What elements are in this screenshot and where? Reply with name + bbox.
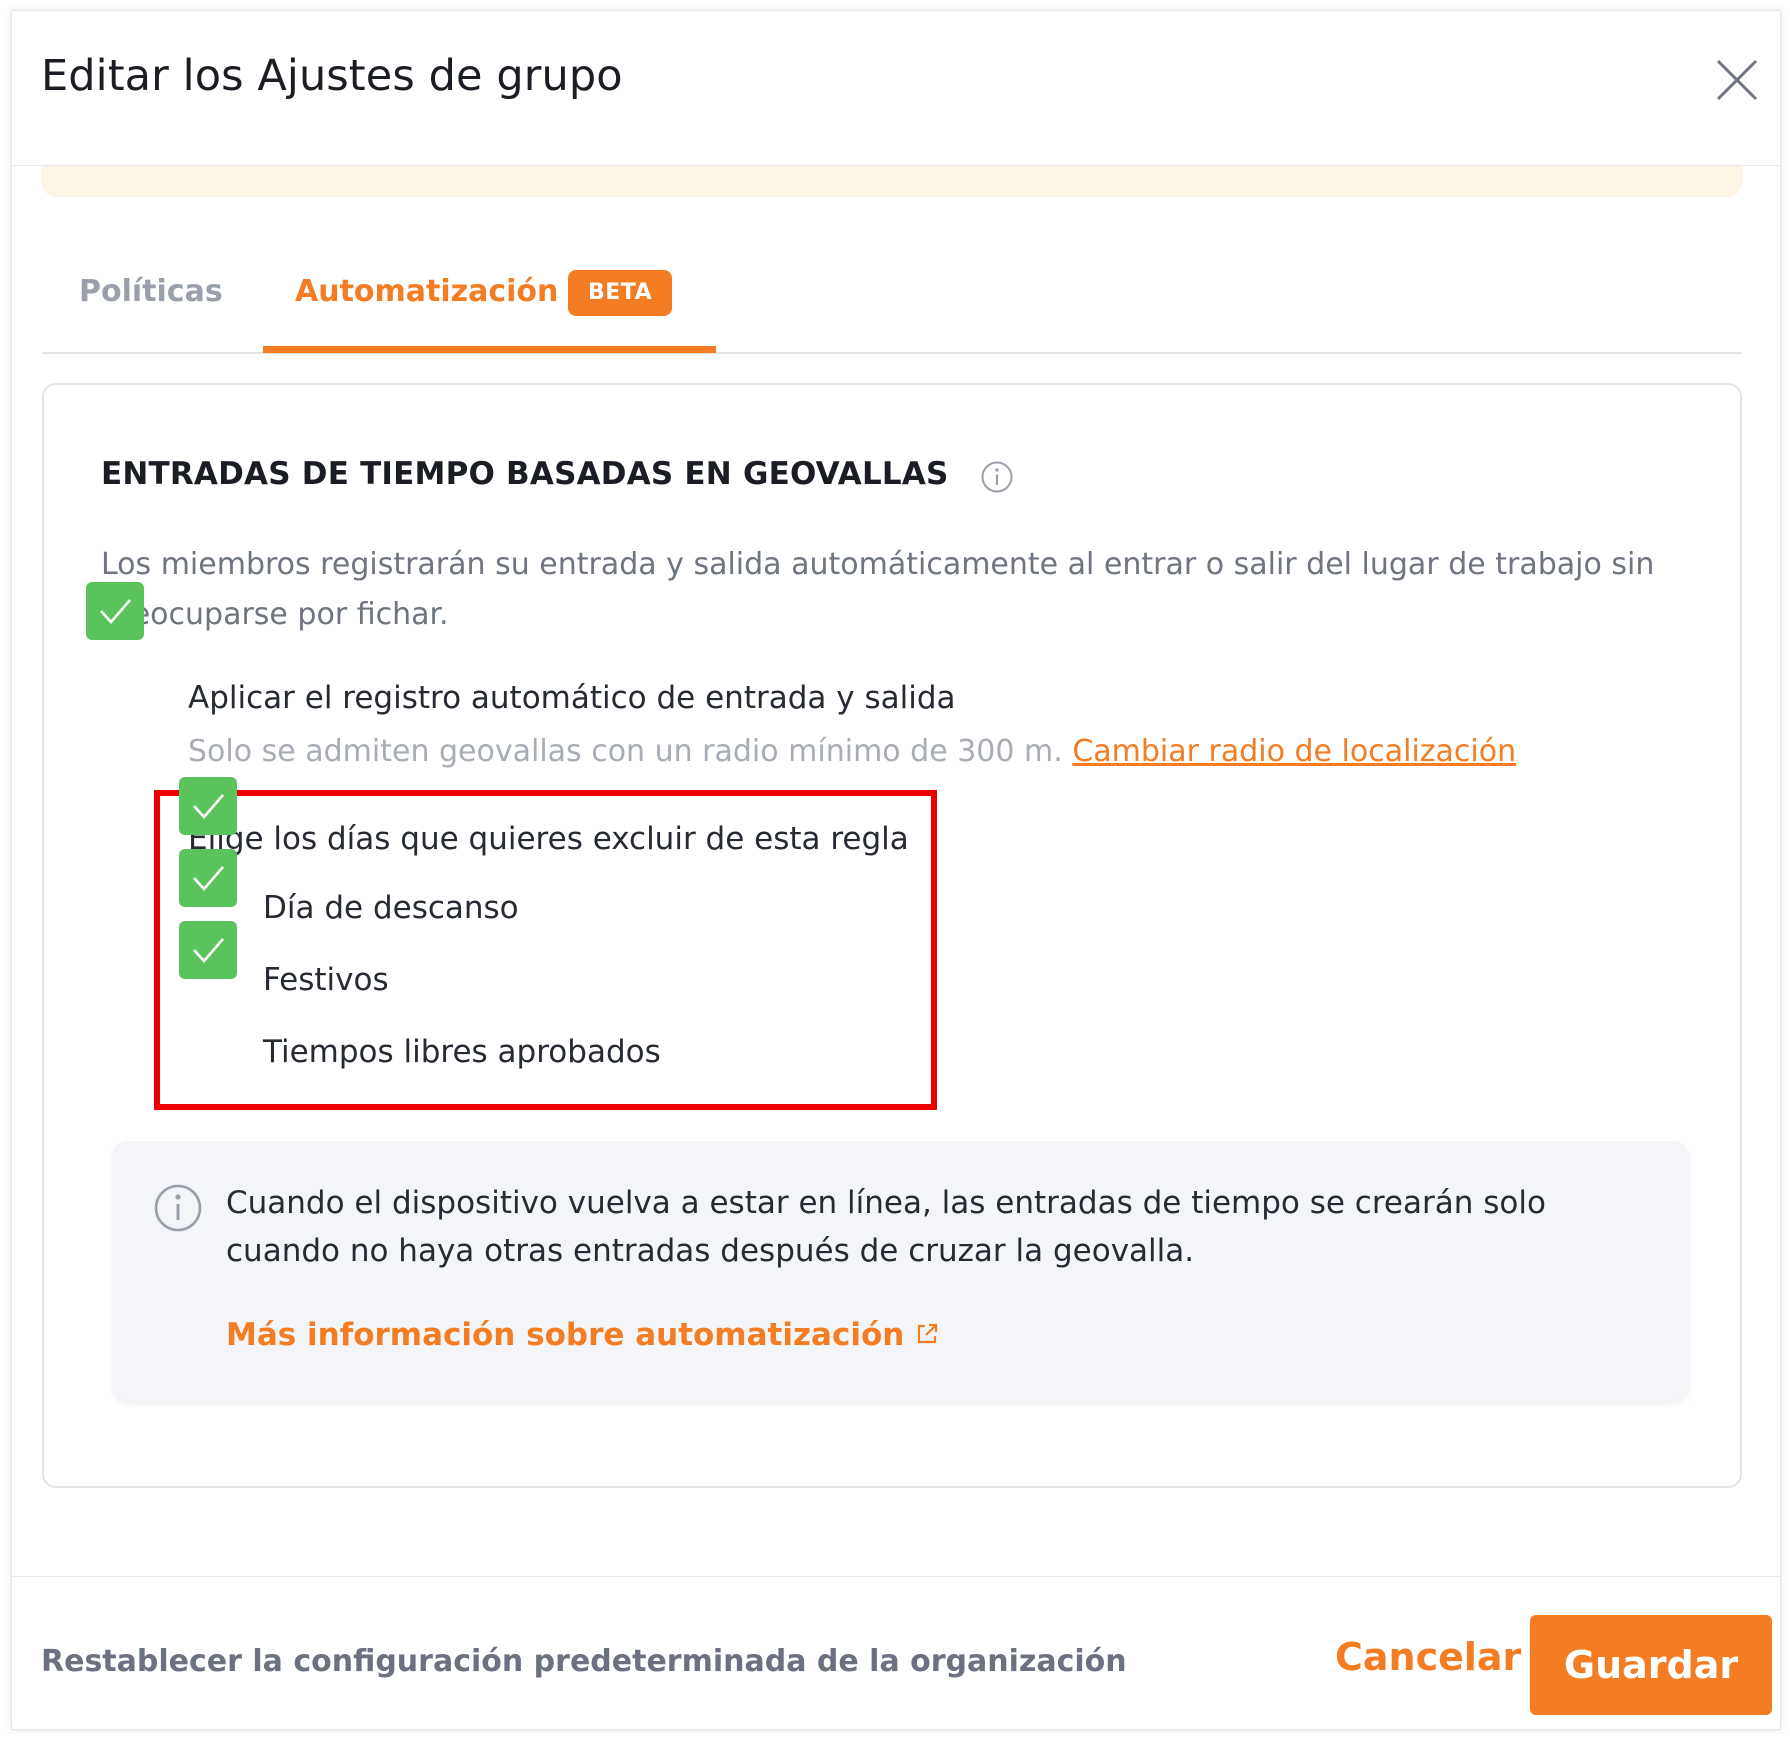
change-radius-link[interactable]: Cambiar radio de localización: [1072, 734, 1516, 769]
beta-badge: BETA: [568, 270, 673, 316]
save-button[interactable]: Guardar: [1530, 1615, 1772, 1715]
dialog-title: Editar los Ajustes de grupo: [41, 51, 623, 101]
exclude-rest-day-label: Día de descanso: [263, 890, 519, 926]
close-icon: [1716, 59, 1758, 101]
exclude-holidays-checkbox[interactable]: [179, 849, 237, 907]
radius-note-text: Solo se admiten geovallas con un radio m…: [188, 734, 1063, 769]
exclusions-title: Elige los días que quieres excluir de es…: [188, 821, 909, 857]
auto-clock-label: Aplicar el registro automático de entrad…: [188, 680, 956, 716]
auto-clock-checkbox[interactable]: [86, 582, 144, 640]
section-description: Los miembros registrarán su entrada y sa…: [101, 547, 1655, 632]
footer-divider: [12, 1576, 1782, 1577]
active-tab-indicator: [263, 346, 716, 353]
tab-policies[interactable]: Políticas: [79, 274, 223, 309]
exclude-approved-time-off-checkbox[interactable]: [179, 921, 237, 979]
cancel-button[interactable]: Cancelar: [1335, 1635, 1521, 1679]
check-icon: [100, 599, 131, 624]
tab-automation[interactable]: Automatización: [295, 274, 558, 309]
reset-to-org-defaults-link[interactable]: Restablecer la configuración predetermin…: [41, 1644, 1127, 1679]
tab-bar: Políticas Automatización BETA: [42, 246, 1742, 354]
dialog-header: Editar los Ajustes de grupo: [12, 11, 1782, 166]
edit-group-settings-dialog: Editar los Ajustes de grupo Políticas Au…: [11, 10, 1782, 1730]
close-button[interactable]: [1712, 55, 1762, 105]
offline-info-text: Cuando el dispositivo vuelva a estar en …: [226, 1185, 1546, 1269]
info-icon[interactable]: [980, 460, 1014, 494]
exclude-rest-day-checkbox[interactable]: [179, 777, 237, 835]
exclude-approved-time-off-label: Tiempos libres aprobados: [263, 1034, 661, 1070]
learn-more-label: Más información sobre automatización: [226, 1317, 905, 1353]
info-icon: [154, 1184, 202, 1232]
notice-banner-edge: [42, 166, 1742, 197]
external-link-icon: [918, 1323, 938, 1344]
learn-more-automation-link[interactable]: Más información sobre automatización: [226, 1317, 940, 1353]
section-title: ENTRADAS DE TIEMPO BASADAS EN GEOVALLAS: [101, 456, 949, 492]
exclude-holidays-label: Festivos: [263, 962, 389, 998]
check-icon: [193, 866, 224, 891]
check-icon: [193, 794, 224, 819]
check-icon: [193, 938, 224, 963]
radius-note: Solo se admiten geovallas con un radio m…: [188, 734, 1516, 769]
